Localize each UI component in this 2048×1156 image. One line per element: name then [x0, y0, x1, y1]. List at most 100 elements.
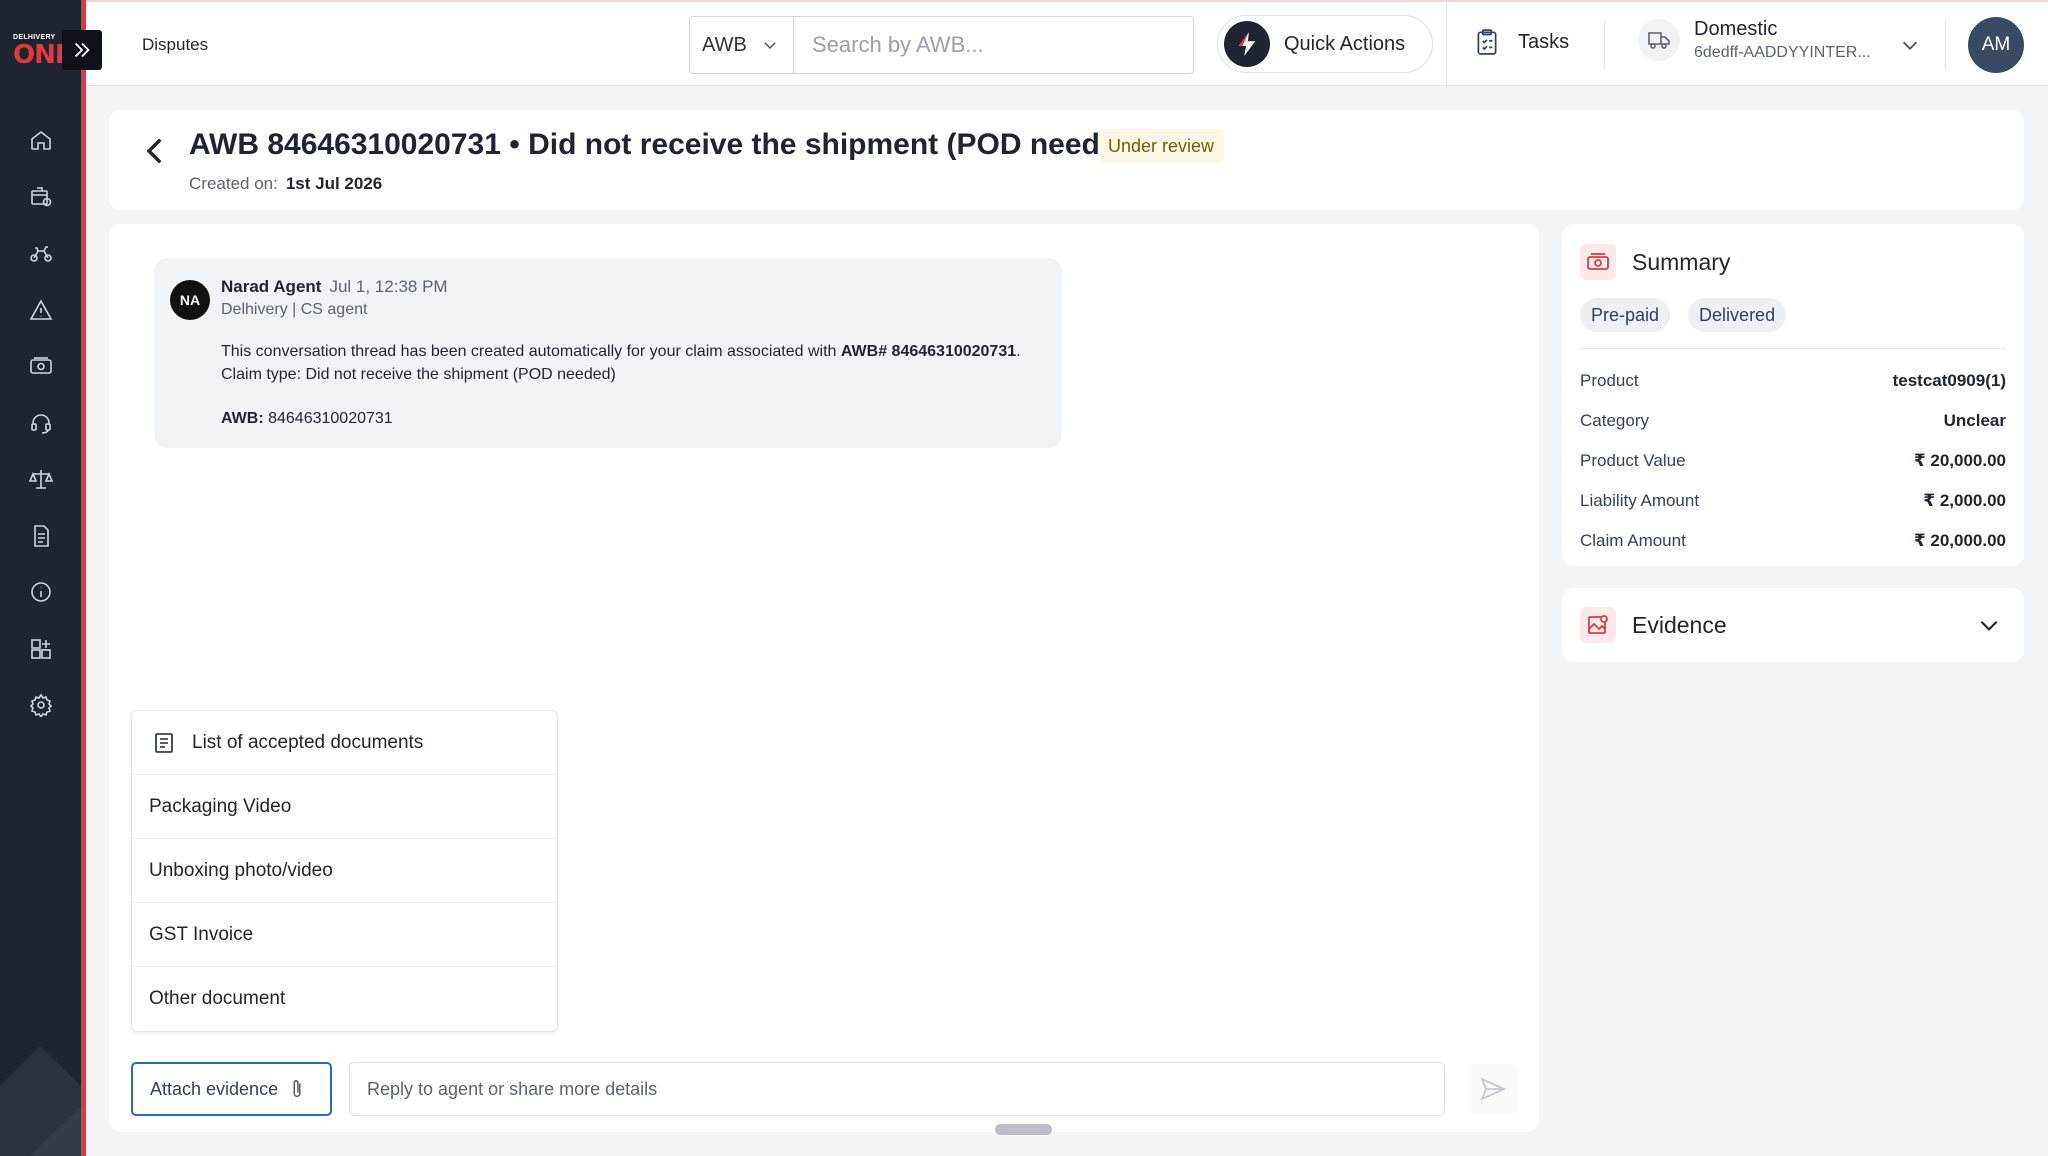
- info-icon: [30, 582, 51, 603]
- attach-evidence-button[interactable]: Attach evidence: [131, 1062, 332, 1116]
- summary-row: Product testcat0909(1): [1580, 361, 2006, 401]
- chevron-down-icon[interactable]: [1899, 34, 1921, 56]
- sidebar-item-home[interactable]: [0, 112, 81, 169]
- sidebar-nav: [0, 112, 81, 734]
- quick-actions-button[interactable]: Quick Actions: [1217, 15, 1433, 73]
- message-awb: AWB: 84646310020731: [221, 410, 393, 428]
- search-type-select[interactable]: AWB: [690, 17, 794, 73]
- topbar-divider: [1945, 20, 1946, 70]
- page-title: AWB 84646310020731 • Did not receive the…: [189, 128, 1145, 161]
- document-option[interactable]: Other document: [132, 967, 557, 1031]
- sidebar-item-apps[interactable]: [0, 621, 81, 678]
- apps-icon: [30, 638, 51, 659]
- summary-row-value: ₹ 2,000.00: [1923, 491, 2006, 510]
- sidebar-item-reports[interactable]: [0, 508, 81, 565]
- summary-row-value: ₹ 20,000.00: [1913, 451, 2006, 470]
- created-date: Created on: 1st Jul 2026: [189, 174, 382, 194]
- summary-row-label: Product: [1580, 371, 1639, 390]
- breadcrumb[interactable]: Disputes: [142, 35, 208, 55]
- created-value: 1st Jul 2026: [285, 174, 383, 193]
- list-document-icon: [155, 732, 173, 753]
- account-id: 6dedff-AADDYYINTER...: [1694, 44, 1871, 61]
- document-option[interactable]: Packaging Video: [132, 775, 557, 839]
- message-bubble: NA Narad Agent Jul 1, 12:38 PM Delhivery …: [154, 258, 1062, 448]
- document-icon: [33, 524, 49, 547]
- search-input[interactable]: [794, 17, 1193, 73]
- message-author: Narad Agent Jul 1, 12:38 PM: [221, 277, 448, 297]
- dispute-header: AWB 84646310020731 • Did not receive the…: [109, 110, 2024, 210]
- paperclip-icon: [293, 1080, 301, 1097]
- chevron-down-icon[interactable]: [1976, 612, 2002, 638]
- lightning-icon: [1224, 21, 1270, 67]
- awb-label: AWB:: [221, 410, 264, 427]
- summary-row-value: testcat0909(1): [1892, 371, 2006, 390]
- summary-row: Claim Amount ₹ 20,000.00: [1580, 521, 2006, 561]
- warning-icon: [29, 299, 52, 320]
- sidebar-item-exceptions[interactable]: [0, 282, 81, 339]
- summary-header: Summary: [1580, 244, 1730, 280]
- sidebar-accent-line: [81, 0, 86, 1156]
- documents-title: List of accepted documents: [192, 731, 424, 753]
- status-badge: Under review: [1098, 129, 1225, 163]
- sidebar-item-delivery[interactable]: [0, 225, 81, 282]
- settings-icon: [29, 693, 52, 718]
- tasks-label: Tasks: [1518, 30, 1570, 53]
- sidebar-item-info[interactable]: [0, 564, 81, 621]
- sidebar-item-disputes[interactable]: [0, 451, 81, 508]
- summary-divider: [1580, 348, 2006, 349]
- author-name: Narad Agent: [221, 277, 322, 296]
- truck-icon: [1638, 19, 1680, 61]
- back-arrow-icon[interactable]: [139, 134, 173, 168]
- summary-row: Category Unclear: [1580, 401, 2006, 441]
- sidebar-item-support[interactable]: [0, 395, 81, 452]
- summary-row-label: Product Value: [1580, 451, 1686, 470]
- evidence-header: Evidence: [1580, 607, 1727, 643]
- panel-resize-handle[interactable]: [995, 1124, 1052, 1135]
- top-bar: Disputes AWB Quick Actions Tasks Domesti…: [86, 0, 2048, 88]
- evidence-title: Evidence: [1632, 611, 1727, 638]
- account-title: Domestic: [1694, 18, 1778, 40]
- double-chevron-right-icon: [74, 42, 90, 58]
- summary-row: Liability Amount ₹ 2,000.00: [1580, 481, 2006, 521]
- quick-actions-label: Quick Actions: [1284, 32, 1406, 55]
- evidence-card[interactable]: Evidence: [1562, 588, 2024, 662]
- brand-logo[interactable]: DELHIVERY ONE: [13, 34, 73, 70]
- bike-icon: [29, 246, 52, 263]
- summary-row: Product Value ₹ 20,000.00: [1580, 441, 2006, 481]
- summary-card: Summary Pre-paid Delivered Product testca…: [1562, 224, 2024, 566]
- brand-big-text: ONE: [13, 40, 73, 70]
- search-bar: AWB: [689, 16, 1194, 74]
- sidebar-expand-button[interactable]: [62, 30, 102, 70]
- created-label: Created on:: [189, 174, 278, 193]
- image-icon: [1580, 607, 1616, 643]
- send-icon: [1480, 1077, 1506, 1101]
- documents-header: List of accepted documents: [132, 711, 557, 775]
- message-awb-bold: AWB# 84646310020731: [840, 343, 1017, 360]
- sidebar-item-shipments[interactable]: [0, 169, 81, 226]
- message-text: This conversation thread has been create…: [221, 343, 841, 360]
- sidebar-item-finance[interactable]: [0, 338, 81, 395]
- reply-input[interactable]: [349, 1062, 1445, 1116]
- summary-row-label: Liability Amount: [1580, 491, 1700, 510]
- tasks-button[interactable]: Tasks: [1474, 28, 1569, 56]
- sidebar-decoration: [0, 1046, 81, 1156]
- document-option[interactable]: GST Invoice: [132, 903, 557, 967]
- send-button[interactable]: [1468, 1064, 1518, 1114]
- accepted-documents-list: List of accepted documents Packaging Vid…: [131, 710, 558, 1032]
- document-option[interactable]: Unboxing photo/video: [132, 839, 557, 903]
- summary-row-value: Unclear: [1943, 411, 2006, 430]
- summary-row-label: Category: [1580, 411, 1649, 430]
- awb-value: 84646310020731: [268, 410, 393, 427]
- message-body: This conversation thread has been create…: [221, 340, 1041, 386]
- sidebar-item-settings[interactable]: [0, 677, 81, 734]
- summary-row-label: Claim Amount: [1580, 531, 1686, 550]
- shipment-box-icon: [30, 186, 51, 207]
- clipboard-icon: [1477, 29, 1497, 55]
- user-avatar[interactable]: AM: [1968, 17, 2024, 73]
- headset-icon: [30, 414, 51, 434]
- summary-tags: Pre-paid Delivered: [1580, 298, 1787, 332]
- summary-row-value: ₹ 20,000.00: [1913, 531, 2006, 550]
- topbar-divider: [1604, 20, 1605, 70]
- account-switcher[interactable]: Domestic 6dedff-AADDYYINTER...: [1638, 18, 1871, 62]
- author-role: Delhivery | CS agent: [221, 301, 368, 318]
